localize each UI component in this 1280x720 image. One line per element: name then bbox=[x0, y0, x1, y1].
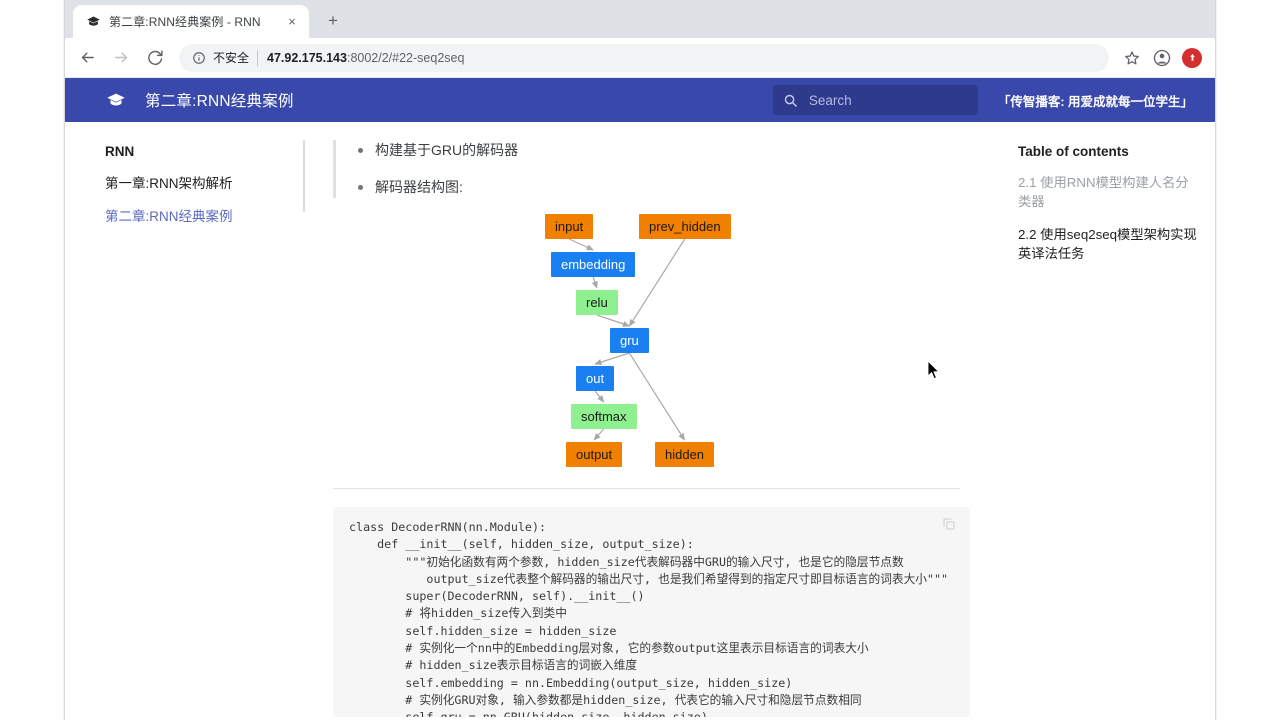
diagram-edge-softmax-to-output bbox=[593, 428, 605, 441]
toc-item-2-1[interactable]: 2.1 使用RNN模型构建人名分类器 bbox=[1018, 173, 1199, 212]
security-label: 不安全 bbox=[213, 51, 250, 65]
bullet-dot-icon bbox=[358, 185, 363, 190]
page-viewport: 第二章:RNN经典案例 「传智播客: 用爱成就每一位学生」 RNN bbox=[65, 78, 1215, 720]
diagram-edge-gru-to-hidden bbox=[628, 352, 686, 441]
code-text: class DecoderRNN(nn.Module): def __init_… bbox=[349, 520, 949, 717]
site-title: 第二章:RNN经典案例 bbox=[145, 93, 294, 110]
bullet-text: 构建基于GRU的解码器 bbox=[375, 142, 519, 158]
graduation-cap-icon[interactable] bbox=[105, 89, 127, 111]
search-box[interactable] bbox=[772, 85, 978, 115]
extension-badge-icon[interactable] bbox=[1179, 45, 1205, 71]
bullet-text: 解码器结构图: bbox=[375, 179, 463, 195]
url-path: :8002/2/#22-seq2seq bbox=[346, 50, 465, 65]
search-icon bbox=[783, 92, 799, 108]
browser-window: 第二章:RNN经典案例 - RNN × + 不安全 47.92.175.143:… bbox=[64, 0, 1216, 720]
bullet-list: 构建基于GRU的解码器 解码器结构图: bbox=[333, 140, 970, 198]
diagram-node-hidden: hidden bbox=[655, 442, 715, 467]
url-host: 47.92.175.143 bbox=[267, 50, 347, 65]
browser-tab[interactable]: 第二章:RNN经典案例 - RNN × bbox=[73, 5, 309, 38]
decoder-architecture-diagram: input prev_hidden embedding relu gru out softm… bbox=[333, 214, 970, 476]
forward-icon[interactable] bbox=[107, 44, 135, 72]
sidebar-item-chapter1[interactable]: 第一章:RNN架构解析 bbox=[105, 172, 287, 192]
tab-strip: 第二章:RNN经典案例 - RNN × + bbox=[65, 0, 1215, 38]
search-input[interactable] bbox=[808, 92, 968, 108]
site-header: 第二章:RNN经典案例 「传智播客: 用爱成就每一位学生」 bbox=[65, 78, 1215, 122]
diagram-edge-embedding-to-relu bbox=[591, 276, 598, 289]
list-item: 构建基于GRU的解码器 bbox=[358, 140, 970, 161]
diagram-node-softmax: softmax bbox=[571, 404, 637, 429]
desktop-background: 第二章:RNN经典案例 - RNN × + 不安全 47.92.175.143:… bbox=[0, 0, 1280, 720]
code-block: class DecoderRNN(nn.Module): def __init_… bbox=[333, 507, 970, 717]
diagram-node-out: out bbox=[576, 366, 615, 391]
extension-badge-circle bbox=[1182, 47, 1202, 68]
browser-toolbar: 不安全 47.92.175.143:8002/2/#22-seq2seq bbox=[65, 38, 1215, 78]
diagram-node-input: input bbox=[545, 214, 594, 239]
info-icon[interactable] bbox=[191, 50, 207, 66]
bullet-dot-icon bbox=[358, 148, 363, 153]
back-icon[interactable] bbox=[73, 44, 101, 72]
diagram-node-output: output bbox=[566, 442, 623, 467]
diagram-edge-input-to-embedding bbox=[568, 238, 594, 251]
reload-icon[interactable] bbox=[141, 44, 169, 72]
diagram-node-gru: gru bbox=[610, 328, 649, 353]
toc-heading: Table of contents bbox=[1018, 144, 1129, 159]
list-item: 解码器结构图: bbox=[358, 177, 970, 198]
diagram-node-embedding: embedding bbox=[551, 252, 636, 277]
diagram-edge-relu-to-gru bbox=[596, 314, 631, 327]
diagram-node-relu: relu bbox=[576, 290, 618, 315]
address-bar[interactable]: 不安全 47.92.175.143:8002/2/#22-seq2seq bbox=[179, 43, 1109, 72]
diagram-edge-prev_hidden-to-gru bbox=[628, 238, 686, 327]
account-icon[interactable] bbox=[1149, 45, 1175, 71]
sidebar-item-chapter2[interactable]: 第二章:RNN经典案例 bbox=[105, 205, 287, 225]
close-icon[interactable]: × bbox=[283, 13, 301, 31]
sidebar-heading: RNN bbox=[105, 144, 135, 159]
tab-title: 第二章:RNN经典案例 - RNN bbox=[109, 15, 261, 29]
toc-item-2-2[interactable]: 2.2 使用seq2seq模型架构实现英译法任务 bbox=[1018, 225, 1199, 264]
content-divider bbox=[333, 488, 960, 489]
left-sidebar: RNN 第一章:RNN架构解析 第二章:RNN经典案例 bbox=[65, 122, 305, 720]
url-text: 47.92.175.143:8002/2/#22-seq2seq bbox=[267, 51, 464, 65]
copy-icon[interactable] bbox=[942, 517, 956, 531]
omnibox-divider bbox=[257, 49, 259, 66]
new-tab-button[interactable]: + bbox=[319, 7, 347, 35]
header-slogan: 「传智播客: 用爱成就每一位学生」 bbox=[997, 94, 1193, 109]
main-content: 构建基于GRU的解码器 解码器结构图: input prev_hidden em… bbox=[305, 122, 1000, 720]
graduation-cap-icon bbox=[85, 14, 101, 30]
diagram-node-prev_hidden: prev_hidden bbox=[639, 214, 731, 239]
page-body: RNN 第一章:RNN架构解析 第二章:RNN经典案例 构建基于GRU的解码器 … bbox=[65, 122, 1215, 720]
diagram-edge-out-to-softmax bbox=[594, 390, 605, 403]
bookmark-star-icon[interactable] bbox=[1119, 45, 1145, 71]
table-of-contents: Table of contents 2.1 使用RNN模型构建人名分类器 2.2… bbox=[1000, 122, 1215, 720]
diagram-edge-gru-to-out bbox=[594, 352, 630, 365]
